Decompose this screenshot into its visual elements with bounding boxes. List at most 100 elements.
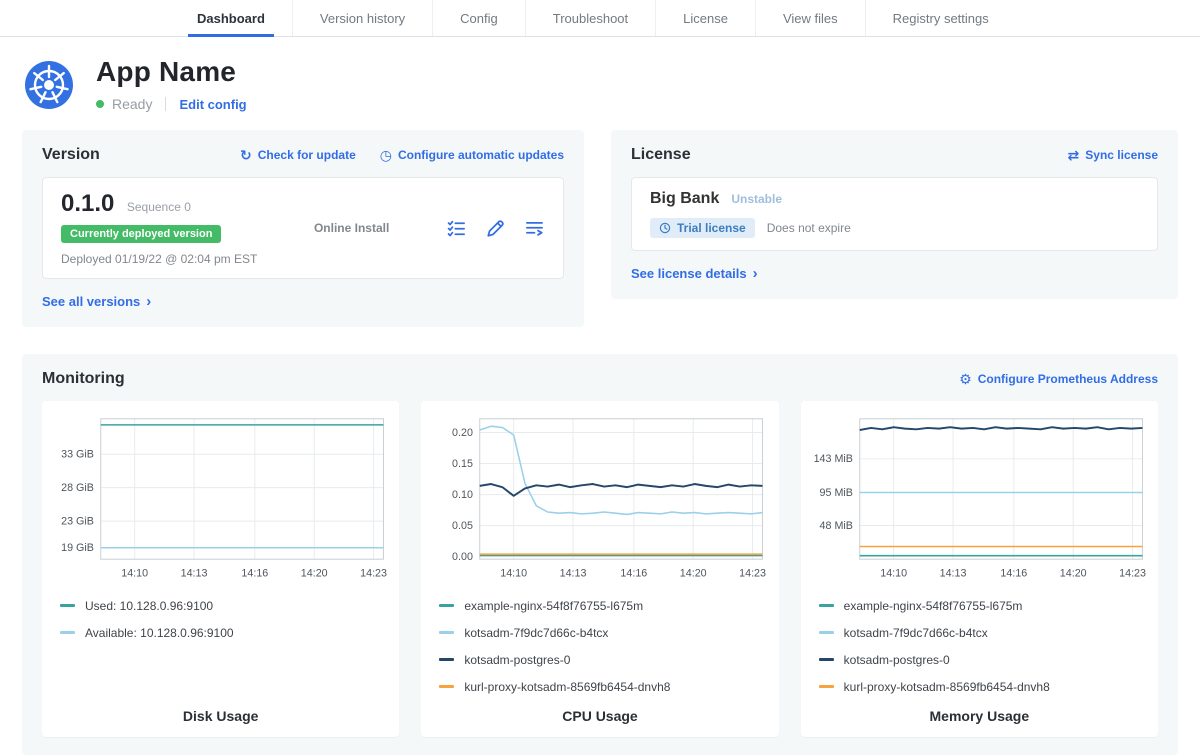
svg-text:14:23: 14:23 bbox=[739, 568, 766, 580]
memory-usage-title: Memory Usage bbox=[811, 694, 1148, 724]
svg-text:14:20: 14:20 bbox=[1059, 568, 1086, 580]
legend-item: Used: 10.128.0.96:9100 bbox=[60, 599, 381, 613]
tab-config[interactable]: Config bbox=[432, 0, 525, 36]
svg-text:14:23: 14:23 bbox=[1119, 568, 1146, 580]
tab-troubleshoot[interactable]: Troubleshoot bbox=[525, 0, 655, 36]
legend-swatch-icon bbox=[819, 685, 834, 688]
legend-swatch-icon bbox=[819, 631, 834, 634]
disk-usage-panel: 14:1014:1314:1614:2014:2333 GiB28 GiB23 … bbox=[42, 401, 399, 737]
legend-label: Used: 10.128.0.96:9100 bbox=[85, 599, 213, 613]
version-card: Version ↻ Check for update ◷ Configure a… bbox=[22, 130, 584, 327]
svg-text:14:13: 14:13 bbox=[939, 568, 966, 580]
tab-version-history[interactable]: Version history bbox=[292, 0, 432, 36]
svg-text:0.15: 0.15 bbox=[452, 458, 473, 470]
legend-item: kotsadm-7f9dc7d66c-b4tcx bbox=[439, 626, 760, 640]
legend-swatch-icon bbox=[439, 685, 454, 688]
legend-item: Available: 10.128.0.96:9100 bbox=[60, 626, 381, 640]
svg-text:14:23: 14:23 bbox=[360, 568, 387, 580]
check-for-update-label: Check for update bbox=[258, 148, 356, 162]
license-card-title: License bbox=[631, 146, 691, 164]
trial-license-badge: Trial license bbox=[650, 218, 755, 238]
edit-config-icon[interactable] bbox=[485, 218, 506, 239]
svg-text:48 MiB: 48 MiB bbox=[819, 520, 852, 532]
deployed-badge: Currently deployed version bbox=[61, 225, 221, 243]
cpu-usage-panel: 14:1014:1314:1614:2014:230.200.150.100.0… bbox=[421, 401, 778, 737]
deploy-logs-icon[interactable] bbox=[524, 218, 545, 239]
sync-icon: ⇄ bbox=[1068, 148, 1080, 162]
configure-prometheus-link[interactable]: ⚙ Configure Prometheus Address bbox=[959, 372, 1158, 386]
see-license-details-link[interactable]: See license details › bbox=[631, 266, 758, 281]
legend-label: Available: 10.128.0.96:9100 bbox=[85, 626, 234, 640]
svg-text:95 MiB: 95 MiB bbox=[819, 487, 852, 499]
svg-text:33 GiB: 33 GiB bbox=[61, 449, 94, 461]
version-number: 0.1.0 bbox=[61, 190, 114, 217]
legend-label: kurl-proxy-kotsadm-8569fb6454-dnvh8 bbox=[844, 680, 1050, 694]
svg-text:14:16: 14:16 bbox=[621, 568, 648, 580]
svg-text:14:13: 14:13 bbox=[181, 568, 208, 580]
current-version-panel: 0.1.0 Sequence 0 Currently deployed vers… bbox=[42, 177, 564, 279]
top-nav: Dashboard Version history Config Trouble… bbox=[0, 0, 1200, 37]
svg-text:0.20: 0.20 bbox=[452, 427, 473, 439]
tab-license[interactable]: License bbox=[655, 0, 755, 36]
clock-icon bbox=[659, 222, 671, 234]
svg-text:143 MiB: 143 MiB bbox=[813, 453, 852, 465]
legend-label: kotsadm-postgres-0 bbox=[464, 653, 570, 667]
svg-text:0.05: 0.05 bbox=[452, 520, 473, 532]
license-expiry: Does not expire bbox=[767, 221, 851, 235]
legend-swatch-icon bbox=[819, 604, 834, 607]
see-all-versions-link[interactable]: See all versions › bbox=[42, 294, 151, 309]
legend-item: kotsadm-7f9dc7d66c-b4tcx bbox=[819, 626, 1140, 640]
svg-text:14:16: 14:16 bbox=[241, 568, 268, 580]
license-customer-name: Big Bank bbox=[650, 190, 719, 208]
monitoring-card: Monitoring ⚙ Configure Prometheus Addres… bbox=[22, 354, 1178, 755]
monitoring-title: Monitoring bbox=[42, 370, 125, 388]
release-notes-icon[interactable] bbox=[446, 218, 467, 239]
svg-text:14:13: 14:13 bbox=[560, 568, 587, 580]
legend-item: example-nginx-54f8f76755-l675m bbox=[439, 599, 760, 613]
legend-item: kurl-proxy-kotsadm-8569fb6454-dnvh8 bbox=[819, 680, 1140, 694]
app-title: App Name bbox=[96, 56, 247, 88]
license-card: License ⇄ Sync license Big Bank Unstable… bbox=[611, 130, 1178, 299]
svg-text:14:10: 14:10 bbox=[880, 568, 907, 580]
status-dot-icon bbox=[96, 100, 104, 108]
version-sequence: Sequence 0 bbox=[127, 200, 191, 214]
legend-item: kotsadm-postgres-0 bbox=[819, 653, 1140, 667]
legend-swatch-icon bbox=[60, 604, 75, 607]
legend-item: kotsadm-postgres-0 bbox=[439, 653, 760, 667]
clock-refresh-icon: ◷ bbox=[380, 148, 392, 162]
legend-label: kurl-proxy-kotsadm-8569fb6454-dnvh8 bbox=[464, 680, 670, 694]
app-status: Ready bbox=[112, 96, 152, 112]
tab-view-files[interactable]: View files bbox=[755, 0, 865, 36]
legend-swatch-icon bbox=[439, 658, 454, 661]
license-details-panel: Big Bank Unstable Trial license Does not… bbox=[631, 177, 1158, 251]
legend-label: example-nginx-54f8f76755-l675m bbox=[464, 599, 643, 613]
disk-usage-legend: Used: 10.128.0.96:9100 Available: 10.128.… bbox=[60, 599, 381, 640]
svg-text:14:16: 14:16 bbox=[1000, 568, 1027, 580]
tab-dashboard[interactable]: Dashboard bbox=[170, 0, 292, 36]
divider bbox=[165, 97, 166, 111]
svg-text:14:20: 14:20 bbox=[301, 568, 328, 580]
svg-text:23 GiB: 23 GiB bbox=[61, 515, 94, 527]
legend-item: kurl-proxy-kotsadm-8569fb6454-dnvh8 bbox=[439, 680, 760, 694]
license-channel: Unstable bbox=[731, 192, 782, 206]
kubernetes-logo-icon bbox=[24, 60, 74, 110]
legend-swatch-icon bbox=[819, 658, 834, 661]
edit-config-link[interactable]: Edit config bbox=[179, 97, 246, 112]
memory-usage-legend: example-nginx-54f8f76755-l675m kotsadm-7f… bbox=[819, 599, 1140, 694]
memory-usage-chart: 14:10 14:13 14:16 14:20 14:23 143 MiB 95 MiB 48… bbox=[811, 411, 1148, 585]
tab-registry-settings[interactable]: Registry settings bbox=[865, 0, 1016, 36]
app-header: App Name Ready Edit config bbox=[0, 37, 1200, 120]
deployed-timestamp: Deployed 01/19/22 @ 02:04 pm EST bbox=[61, 252, 257, 266]
check-for-update-link[interactable]: ↻ Check for update bbox=[240, 148, 356, 162]
svg-text:19 GiB: 19 GiB bbox=[61, 542, 94, 554]
disk-usage-chart: 14:1014:1314:1614:2014:2333 GiB28 GiB23 … bbox=[52, 411, 389, 585]
install-type: Online Install bbox=[314, 221, 389, 235]
svg-text:14:10: 14:10 bbox=[121, 568, 148, 580]
sync-license-link[interactable]: ⇄ Sync license bbox=[1068, 148, 1158, 162]
legend-item: example-nginx-54f8f76755-l675m bbox=[819, 599, 1140, 613]
configure-automatic-updates-link[interactable]: ◷ Configure automatic updates bbox=[380, 148, 564, 162]
legend-swatch-icon bbox=[60, 631, 75, 634]
see-license-details-label: See license details bbox=[631, 266, 747, 281]
svg-text:14:10: 14:10 bbox=[501, 568, 528, 580]
gear-icon: ⚙ bbox=[959, 372, 972, 386]
